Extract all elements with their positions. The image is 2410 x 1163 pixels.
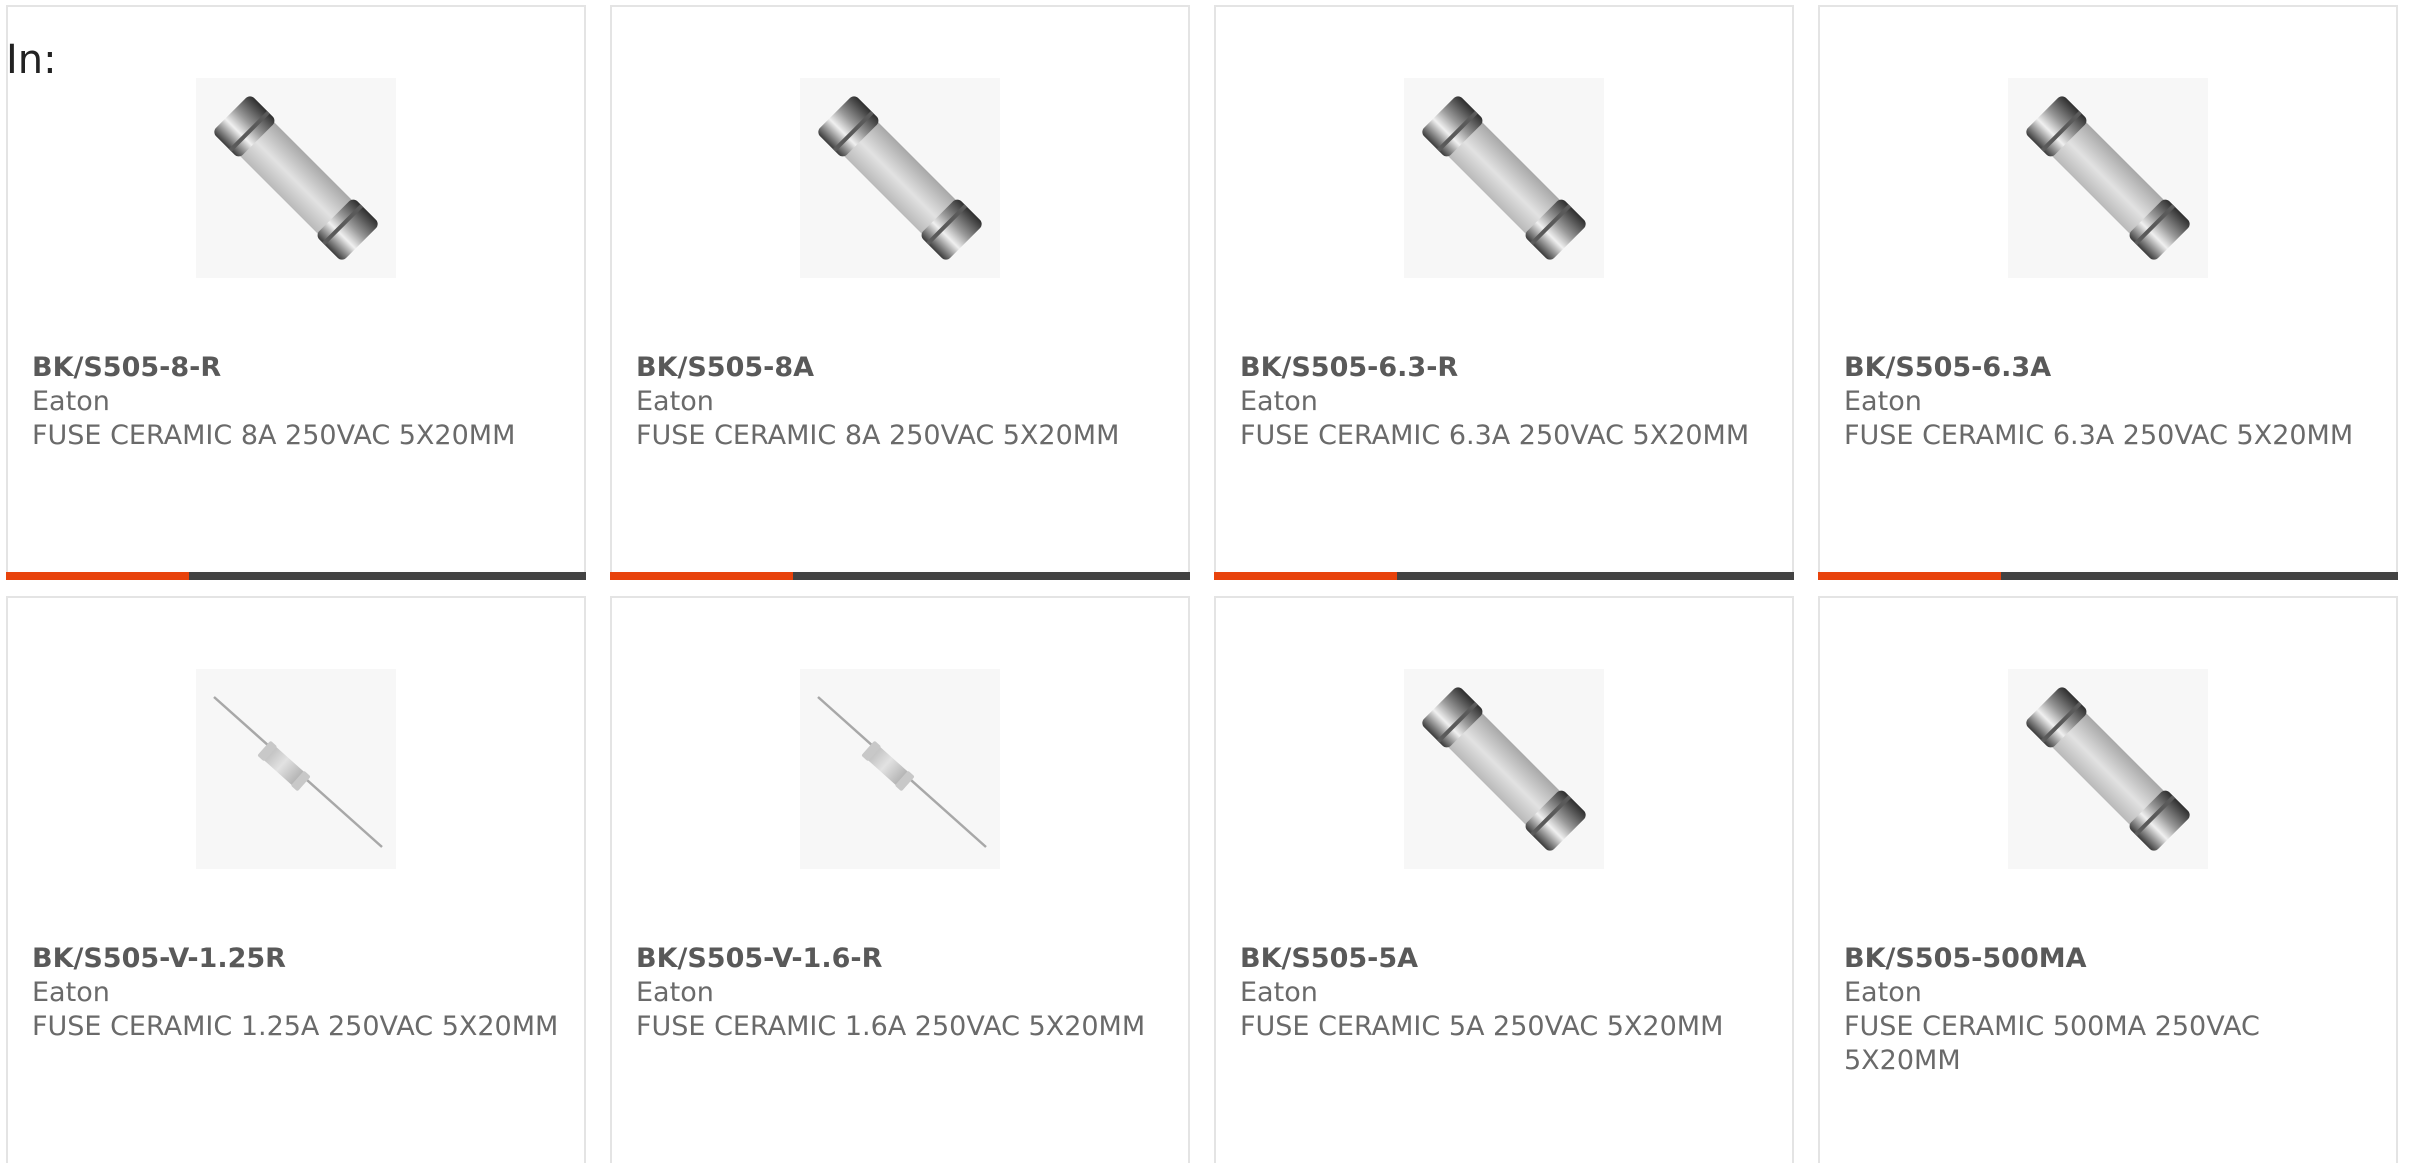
product-description: FUSE CERAMIC 1.6A 250VAC 5X20MM — [636, 1011, 1146, 1042]
card-accent-bar — [1818, 572, 2001, 580]
product-description: FUSE CERAMIC 6.3A 250VAC 5X20MM — [1844, 420, 2354, 451]
product-image[interactable] — [196, 669, 396, 869]
card-footer-bar — [1818, 572, 2398, 580]
cartridge-fuse-icon — [2023, 93, 2193, 263]
filter-prefix-label: In: — [6, 37, 57, 83]
product-card[interactable]: BK/S505-5A Eaton FUSE CERAMIC 5A 250VAC … — [1214, 596, 1794, 1163]
cartridge-fuse-icon — [1419, 93, 1589, 263]
product-part-number[interactable]: BK/S505-V-1.6-R — [636, 942, 1176, 976]
product-info: BK/S505-6.3A Eaton FUSE CERAMIC 6.3A 250… — [1844, 351, 2384, 453]
product-info: BK/S505-V-1.6-R Eaton FUSE CERAMIC 1.6A … — [636, 942, 1176, 1044]
product-image[interactable] — [2008, 669, 2208, 869]
product-info: BK/S505-6.3-R Eaton FUSE CERAMIC 6.3A 25… — [1240, 351, 1780, 453]
product-image[interactable] — [800, 669, 1000, 869]
product-results-page: In: BK/S505-8-R Eaton FUSE CERAMIC 8A 25… — [0, 0, 2410, 1163]
product-image[interactable] — [2008, 78, 2208, 278]
product-brand: Eaton — [1844, 977, 1922, 1008]
card-footer-bar — [1214, 572, 1794, 580]
cartridge-fuse-icon — [815, 93, 985, 263]
product-card[interactable]: BK/S505-8A Eaton FUSE CERAMIC 8A 250VAC … — [610, 5, 1190, 580]
product-part-number[interactable]: BK/S505-5A — [1240, 942, 1780, 976]
card-footer-bar — [610, 572, 1190, 580]
product-card[interactable]: BK/S505-500MA Eaton FUSE CERAMIC 500MA 2… — [1818, 596, 2398, 1163]
cartridge-fuse-icon — [211, 93, 381, 263]
product-brand: Eaton — [32, 977, 110, 1008]
cartridge-fuse-icon — [2023, 684, 2193, 854]
product-info: BK/S505-V-1.25R Eaton FUSE CERAMIC 1.25A… — [32, 942, 572, 1044]
product-part-number[interactable]: BK/S505-V-1.25R — [32, 942, 572, 976]
product-card[interactable]: BK/S505-6.3-R Eaton FUSE CERAMIC 6.3A 25… — [1214, 5, 1794, 580]
card-accent-bar — [610, 572, 793, 580]
product-info: BK/S505-5A Eaton FUSE CERAMIC 5A 250VAC … — [1240, 942, 1780, 1044]
product-card[interactable]: BK/S505-8-R Eaton FUSE CERAMIC 8A 250VAC… — [6, 5, 586, 580]
product-info: BK/S505-500MA Eaton FUSE CERAMIC 500MA 2… — [1844, 942, 2384, 1078]
product-part-number[interactable]: BK/S505-6.3-R — [1240, 351, 1780, 385]
product-description: FUSE CERAMIC 8A 250VAC 5X20MM — [636, 420, 1120, 451]
product-image[interactable] — [196, 78, 396, 278]
product-info: BK/S505-8-R Eaton FUSE CERAMIC 8A 250VAC… — [32, 351, 572, 453]
product-brand: Eaton — [32, 386, 110, 417]
product-brand: Eaton — [1240, 977, 1318, 1008]
product-image[interactable] — [1404, 669, 1604, 869]
product-description: FUSE CERAMIC 1.25A 250VAC 5X20MM — [32, 1011, 559, 1042]
axial-fuse-icon — [816, 695, 988, 849]
product-brand: Eaton — [1240, 386, 1318, 417]
product-brand: Eaton — [1844, 386, 1922, 417]
card-footer-bar — [6, 572, 586, 580]
card-accent-bar — [6, 572, 189, 580]
product-brand: Eaton — [636, 386, 714, 417]
cartridge-fuse-icon — [1419, 684, 1589, 854]
product-part-number[interactable]: BK/S505-6.3A — [1844, 351, 2384, 385]
product-card[interactable]: BK/S505-V-1.6-R Eaton FUSE CERAMIC 1.6A … — [610, 596, 1190, 1163]
product-info: BK/S505-8A Eaton FUSE CERAMIC 8A 250VAC … — [636, 351, 1176, 453]
product-card[interactable]: BK/S505-V-1.25R Eaton FUSE CERAMIC 1.25A… — [6, 596, 586, 1163]
product-part-number[interactable]: BK/S505-500MA — [1844, 942, 2384, 976]
product-part-number[interactable]: BK/S505-8A — [636, 351, 1176, 385]
product-card[interactable]: BK/S505-6.3A Eaton FUSE CERAMIC 6.3A 250… — [1818, 5, 2398, 580]
product-description: FUSE CERAMIC 6.3A 250VAC 5X20MM — [1240, 420, 1750, 451]
product-description: FUSE CERAMIC 500MA 250VAC 5X20MM — [1844, 1011, 2260, 1076]
product-image[interactable] — [800, 78, 1000, 278]
product-grid: BK/S505-8-R Eaton FUSE CERAMIC 8A 250VAC… — [6, 5, 2398, 1163]
product-description: FUSE CERAMIC 8A 250VAC 5X20MM — [32, 420, 516, 451]
product-description: FUSE CERAMIC 5A 250VAC 5X20MM — [1240, 1011, 1724, 1042]
axial-fuse-icon — [212, 695, 384, 849]
product-part-number[interactable]: BK/S505-8-R — [32, 351, 572, 385]
product-image[interactable] — [1404, 78, 1604, 278]
card-accent-bar — [1214, 572, 1397, 580]
product-brand: Eaton — [636, 977, 714, 1008]
